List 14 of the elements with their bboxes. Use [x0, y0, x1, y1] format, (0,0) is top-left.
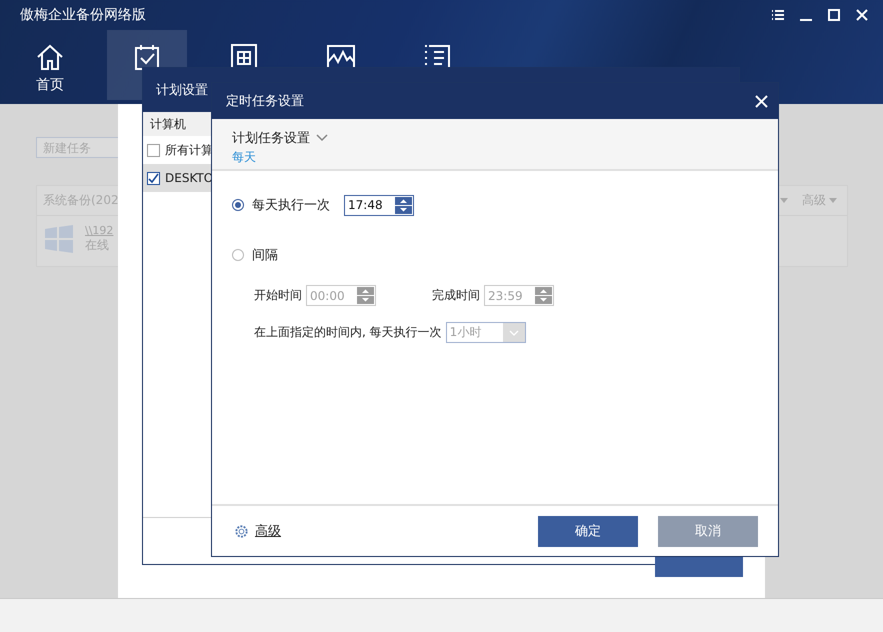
- window-title: 傲梅企业备份网络版: [20, 6, 147, 24]
- section-dropdown[interactable]: 计划任务设置: [232, 129, 758, 147]
- field-label: 在上面指定的时间内, 每天执行一次: [254, 324, 442, 341]
- dialog-title: 定时任务设置: [226, 93, 304, 110]
- nav-tab[interactable]: 首页: [10, 30, 90, 100]
- advanced-link[interactable]: 高级: [234, 522, 518, 540]
- field-label: 开始时间: [254, 287, 302, 304]
- column-header: 计算机: [143, 112, 213, 136]
- time-field[interactable]: 17:48: [344, 194, 414, 216]
- field-label: 完成时间: [432, 287, 480, 304]
- schedule-option[interactable]: 每天执行一次 17:48: [232, 193, 758, 217]
- dialog-title: 计划设置: [156, 82, 208, 99]
- confirm-button[interactable]: 确定: [538, 516, 638, 546]
- schedule-option[interactable]: 间隔: [232, 243, 758, 267]
